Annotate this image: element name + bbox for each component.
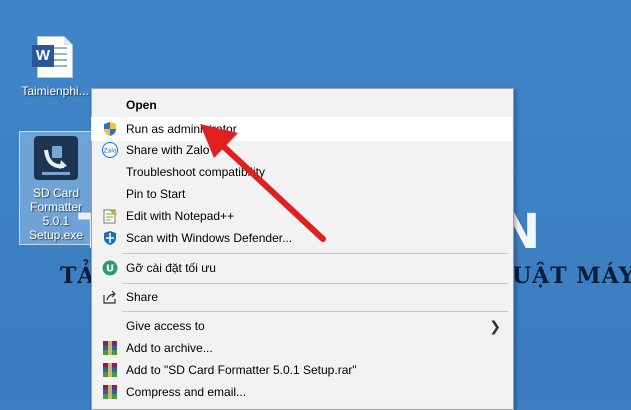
red-arrow-annotation bbox=[200, 124, 326, 242]
